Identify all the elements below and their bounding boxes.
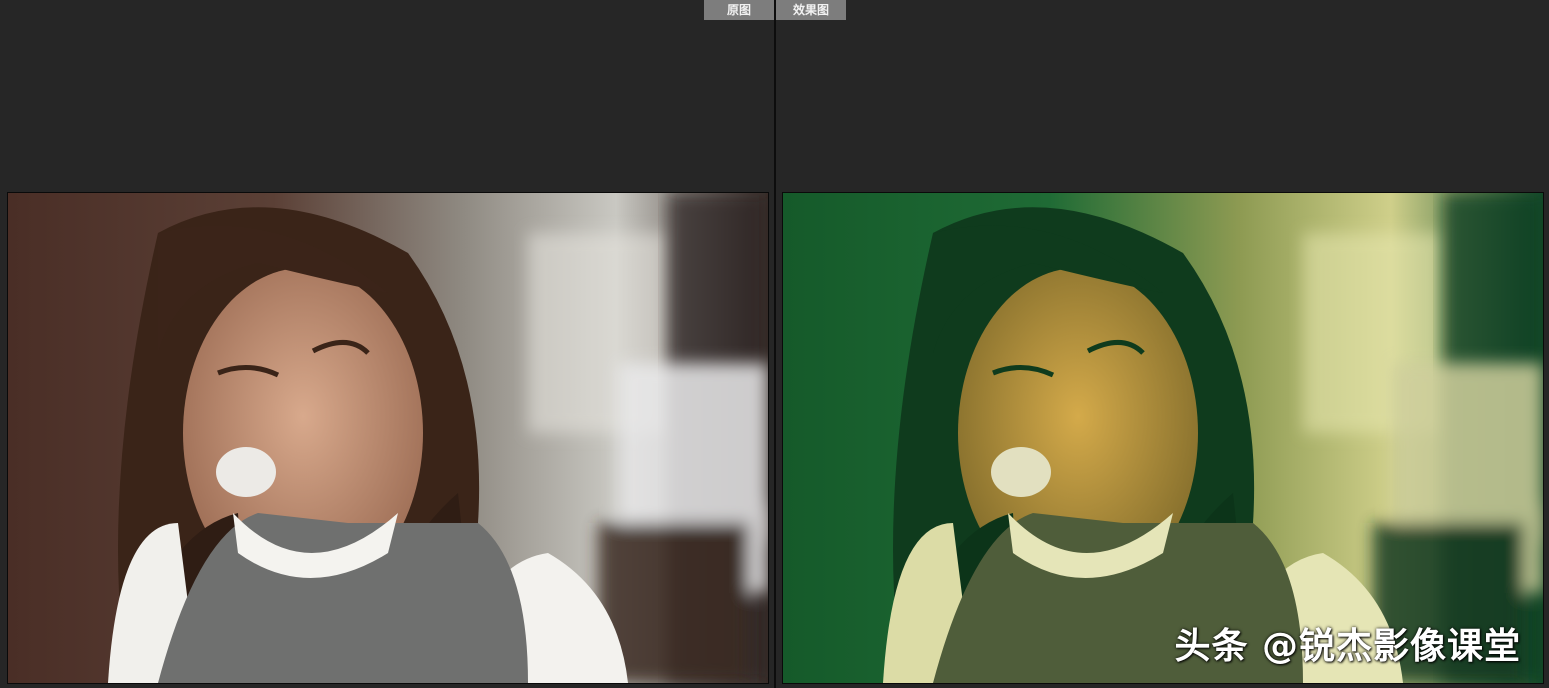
- effect-photo[interactable]: 头条 @锐杰影像课堂: [782, 192, 1544, 684]
- comparison-viewer: 头条 @锐杰影像课堂 原图 效果图: [0, 0, 1549, 688]
- before-pane: [0, 0, 774, 688]
- effect-photo-image: [783, 193, 1543, 683]
- original-photo[interactable]: [7, 192, 769, 684]
- tab-effect[interactable]: 效果图: [776, 0, 846, 20]
- watermark-text: 头条 @锐杰影像课堂: [1174, 626, 1521, 667]
- original-photo-image: [8, 193, 768, 683]
- tab-original[interactable]: 原图: [704, 0, 774, 20]
